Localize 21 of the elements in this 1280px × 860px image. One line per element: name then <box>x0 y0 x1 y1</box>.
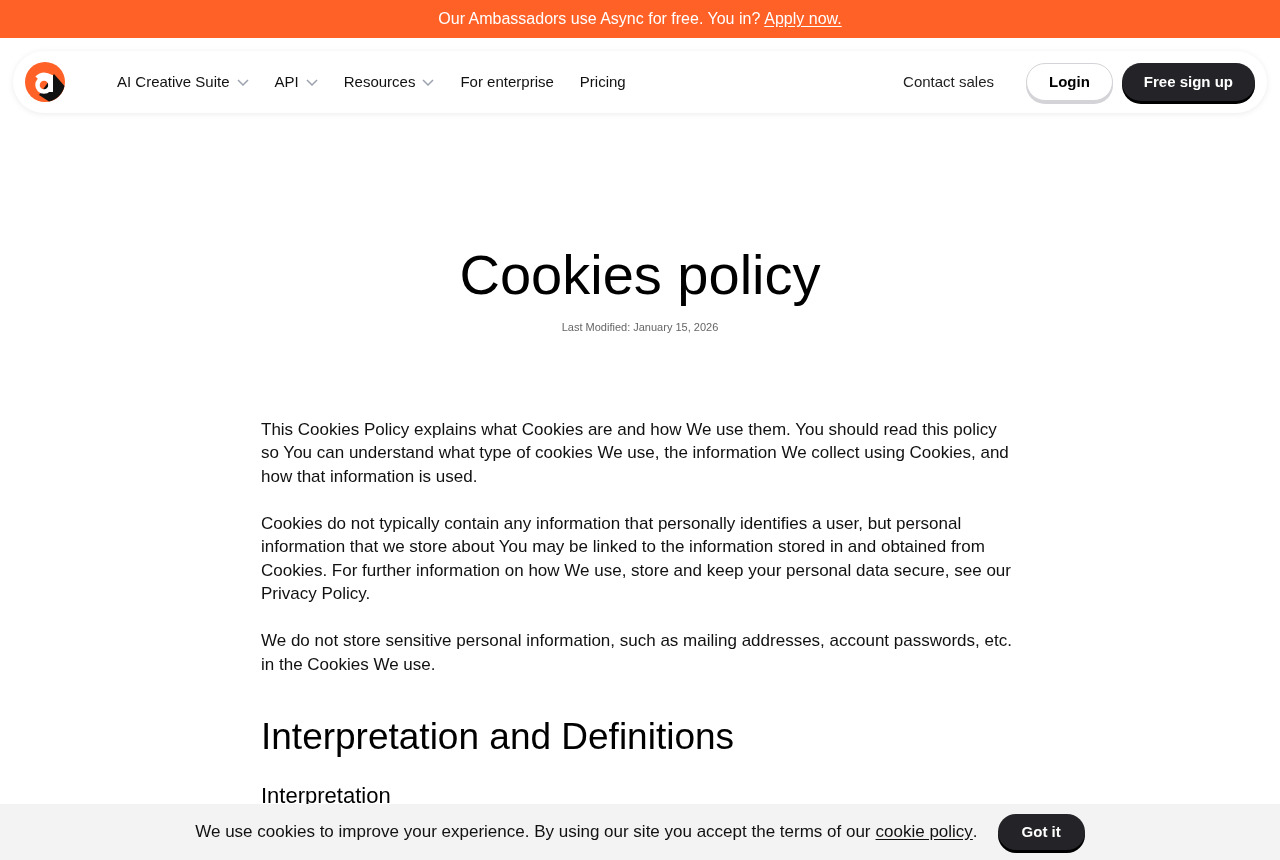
cookie-banner-text: We use cookies to improve your experience. By using our site you accept the terms of our <box>195 821 871 844</box>
section-heading: Interpretation and Definitions <box>261 716 736 758</box>
body-paragraph: This Cookies Policy explains what Cookies are and how We use them. You should read this policy so You can understand what type of cookies We use, the information We collect using Cookies, and how that information is used. <box>261 418 1010 488</box>
logo-icon[interactable] <box>25 62 65 102</box>
nav-dropdown[interactable]: API <box>274 70 318 94</box>
last-modified-text: Last Modified: January 15, 2026 <box>561 320 719 335</box>
cookie-banner-period: . <box>972 821 978 844</box>
body-paragraph: We do not store sensitive personal information, such as mailing addresses, account passwords, etc. in the Cookies We use. <box>261 630 1013 676</box>
nav-link[interactable]: For enterprise <box>460 70 554 94</box>
body-paragraph: Cookies do not typically contain any information that personally identifies a user, but personal information that we store about You may be linked to the information stored in and obtained from Cookies. For further information on how We use, store and keep your personal data secure, see our Privacy Policy. <box>261 512 1012 605</box>
free-sign-up-button[interactable]: Free sign up <box>1121 63 1255 101</box>
got-it-button[interactable]: Got it <box>997 814 1085 850</box>
login-button[interactable]: Login <box>1026 63 1113 101</box>
cookie-policy-link[interactable]: cookie policy <box>875 819 973 845</box>
nav-dropdown[interactable]: Resources <box>343 70 435 94</box>
nav-dropdown[interactable]: AI Creative Suite <box>117 70 249 94</box>
announcement-text: Our Ambassadors use Async for free. You in? <box>438 9 761 29</box>
contact-sales-link[interactable]: Contact sales <box>903 70 994 94</box>
subsection-heading: Interpretation <box>261 784 392 808</box>
page-title: Cookies policy <box>459 245 821 305</box>
nav-link[interactable]: Pricing <box>579 70 626 94</box>
